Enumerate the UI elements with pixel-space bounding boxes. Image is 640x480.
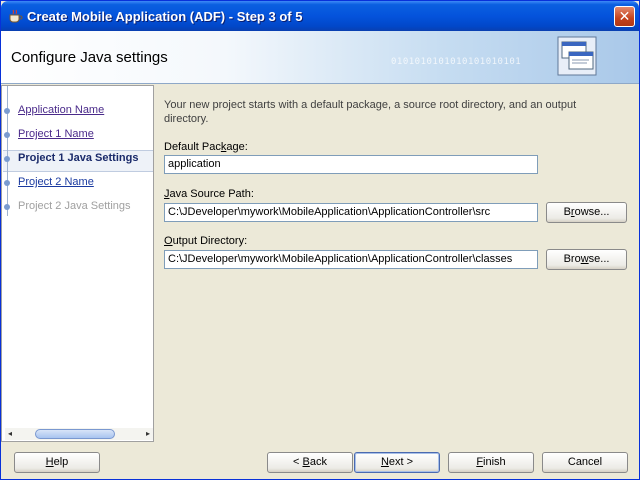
close-button[interactable]: ✕	[614, 6, 635, 27]
output-directory-label: Output Directory:	[164, 235, 248, 247]
scroll-right-icon[interactable]: ▸	[143, 428, 153, 440]
scroll-thumb[interactable]	[35, 429, 115, 439]
output-directory-field[interactable]: C:\JDeveloper\mywork\MobileApplication\A…	[164, 250, 538, 269]
wizard-banner: Configure Java settings 0101010101010101…	[1, 31, 639, 84]
default-package-field[interactable]: application	[164, 155, 538, 174]
help-button[interactable]: Help	[14, 452, 100, 473]
step-marker-icon	[4, 108, 10, 114]
cancel-button[interactable]: Cancel	[542, 452, 628, 473]
next-button[interactable]: Next >	[354, 452, 440, 473]
step-marker-icon	[4, 204, 10, 210]
wizard-dialog-icon	[557, 36, 597, 76]
back-button[interactable]: < Back	[267, 452, 353, 473]
step-application-name[interactable]: Application Name	[18, 104, 104, 116]
step-project-1-name[interactable]: Project 1 Name	[18, 128, 94, 140]
java-source-path-label: Java Source Path:	[164, 188, 254, 200]
title-bar[interactable]: Create Mobile Application (ADF) - Step 3…	[1, 1, 639, 31]
banner-title: Configure Java settings	[11, 49, 168, 66]
default-package-label: Default Package:	[164, 141, 248, 153]
steps-horizontal-scrollbar[interactable]: ◂ ▸	[5, 428, 153, 440]
wizard-window: Create Mobile Application (ADF) - Step 3…	[0, 0, 640, 480]
step-project-2-name[interactable]: Project 2 Name	[18, 176, 94, 188]
step-marker-icon	[4, 156, 10, 162]
window-title: Create Mobile Application (ADF) - Step 3…	[27, 9, 303, 24]
finish-button[interactable]: Finish	[448, 452, 534, 473]
steps-connector-line	[7, 86, 8, 216]
browse-output-button[interactable]: Browse...	[546, 249, 627, 270]
step-marker-icon	[4, 180, 10, 186]
steps-panel: Application Name Project 1 Name Project …	[1, 85, 154, 442]
coffee-cup-icon	[9, 9, 23, 23]
step-marker-icon	[4, 132, 10, 138]
banner-binary-decoration: 0101010101010101010101	[391, 57, 522, 67]
settings-description: Your new project starts with a default p…	[164, 99, 577, 125]
browse-source-button[interactable]: Browse...	[546, 202, 627, 223]
scroll-left-icon[interactable]: ◂	[5, 428, 15, 440]
step-project-1-java-settings[interactable]: Project 1 Java Settings	[18, 152, 138, 164]
java-source-path-field[interactable]: C:\JDeveloper\mywork\MobileApplication\A…	[164, 203, 538, 222]
step-project-2-java-settings: Project 2 Java Settings	[18, 200, 131, 212]
